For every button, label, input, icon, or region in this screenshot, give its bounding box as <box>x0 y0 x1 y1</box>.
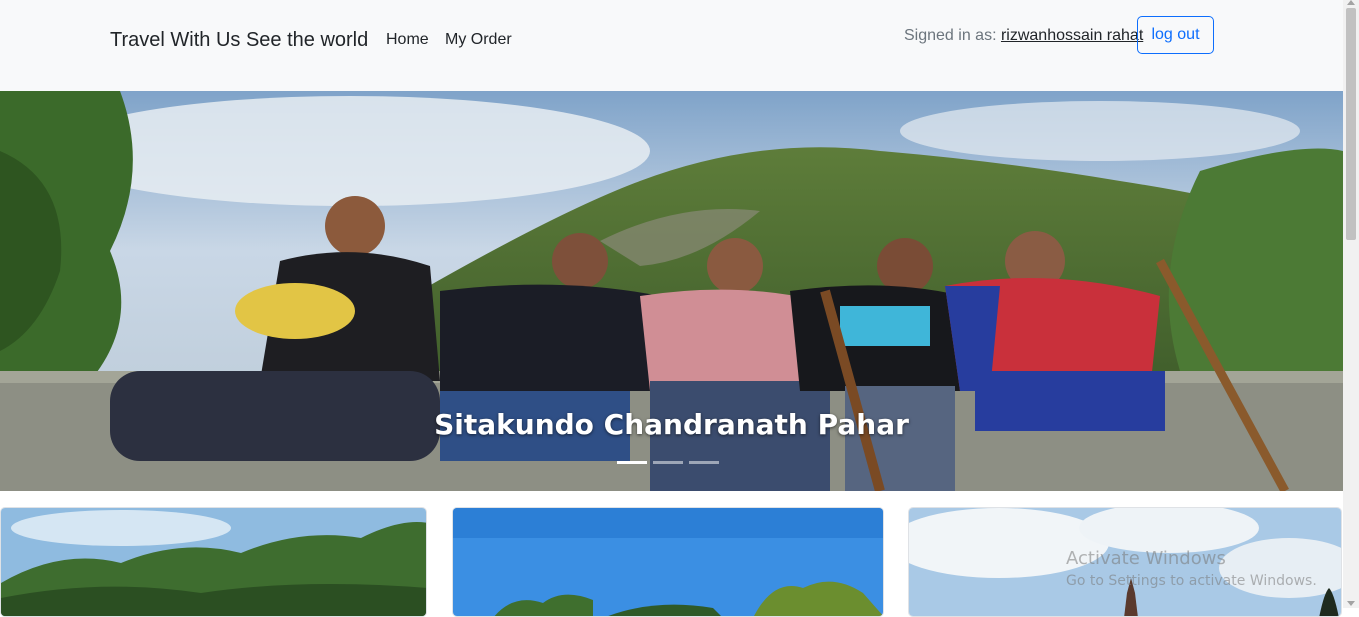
logout-button[interactable]: log out <box>1137 16 1214 54</box>
windows-watermark-title: Activate Windows <box>1066 548 1226 569</box>
signed-in-text: Signed in as: rizwanhossain rahat <box>904 27 1143 45</box>
scroll-up-arrow-icon[interactable] <box>1347 0 1355 5</box>
carousel-indicator-1[interactable] <box>617 461 647 464</box>
scroll-down-arrow-icon[interactable] <box>1347 601 1355 606</box>
destination-card-2[interactable] <box>452 507 884 617</box>
destination-card-1[interactable] <box>0 507 427 617</box>
blue-sky-trees-image <box>453 508 883 616</box>
nav-link-home[interactable]: Home <box>386 31 429 49</box>
carousel-caption: Sitakundo Chandranath Pahar <box>434 408 909 441</box>
nav-link-my-order[interactable]: My Order <box>445 31 512 49</box>
page-scrollbar[interactable] <box>1343 0 1359 608</box>
navbar: Travel With Us See the world Home My Ord… <box>0 0 1343 91</box>
hero-carousel[interactable]: Sitakundo Chandranath Pahar <box>0 91 1343 491</box>
forest-landscape-image <box>1 508 426 616</box>
carousel-indicator-2[interactable] <box>653 461 683 464</box>
scroll-thumb[interactable] <box>1346 8 1356 240</box>
windows-watermark-subtitle: Go to Settings to activate Windows. <box>1066 573 1317 589</box>
carousel-indicators <box>617 461 719 464</box>
signed-in-label: Signed in as: <box>904 27 997 44</box>
brand-logo-text[interactable]: Travel With Us See the world <box>110 29 368 52</box>
username-link[interactable]: rizwanhossain rahat <box>1001 27 1143 44</box>
carousel-indicator-3[interactable] <box>689 461 719 464</box>
